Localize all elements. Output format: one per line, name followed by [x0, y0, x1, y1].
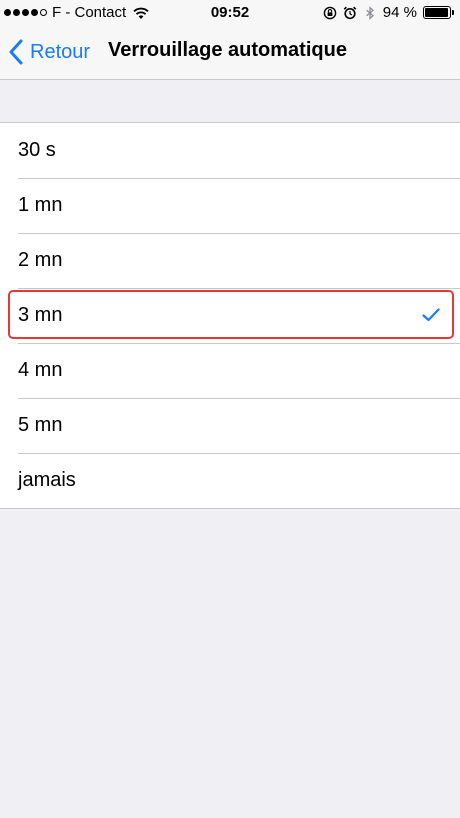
- chevron-left-icon: [9, 39, 23, 65]
- option-row[interactable]: 4 mn: [0, 343, 460, 398]
- option-label: 4 mn: [18, 359, 63, 381]
- screen: F - Contact 09:52 94 % Retour Verrouilla…: [0, 0, 460, 818]
- option-row[interactable]: jamais: [0, 453, 460, 508]
- selection-highlight: [8, 290, 454, 339]
- checkmark-icon: [422, 308, 440, 322]
- option-label: 1 mn: [18, 194, 63, 216]
- status-bar: F - Contact 09:52 94 %: [0, 0, 460, 26]
- battery-percent: 94 %: [382, 4, 417, 21]
- option-label: jamais: [18, 469, 76, 491]
- option-row[interactable]: 1 mn: [0, 178, 460, 233]
- orientation-lock-icon: [323, 6, 337, 19]
- option-row[interactable]: 5 mn: [0, 398, 460, 453]
- bluetooth-icon: [365, 5, 374, 20]
- battery-icon: [423, 6, 454, 19]
- auto-lock-options-list: 30 s 1 mn 2 mn 3 mn 4 mn 5 mn jamais: [0, 122, 460, 509]
- back-button-label: Retour: [30, 40, 91, 63]
- status-right: 94 %: [323, 4, 454, 21]
- option-label: 3 mn: [18, 304, 63, 326]
- option-label: 5 mn: [18, 414, 63, 436]
- option-row-selected[interactable]: 3 mn: [0, 288, 460, 343]
- navigation-bar: Retour Verrouillage automatique: [0, 26, 460, 80]
- option-label: 30 s: [18, 139, 56, 161]
- back-button[interactable]: Retour: [8, 36, 90, 68]
- option-row[interactable]: 2 mn: [0, 233, 460, 288]
- option-row[interactable]: 30 s: [0, 123, 460, 178]
- page-title: Verrouillage automatique: [108, 39, 347, 61]
- alarm-icon: [343, 6, 357, 19]
- option-label: 2 mn: [18, 249, 63, 271]
